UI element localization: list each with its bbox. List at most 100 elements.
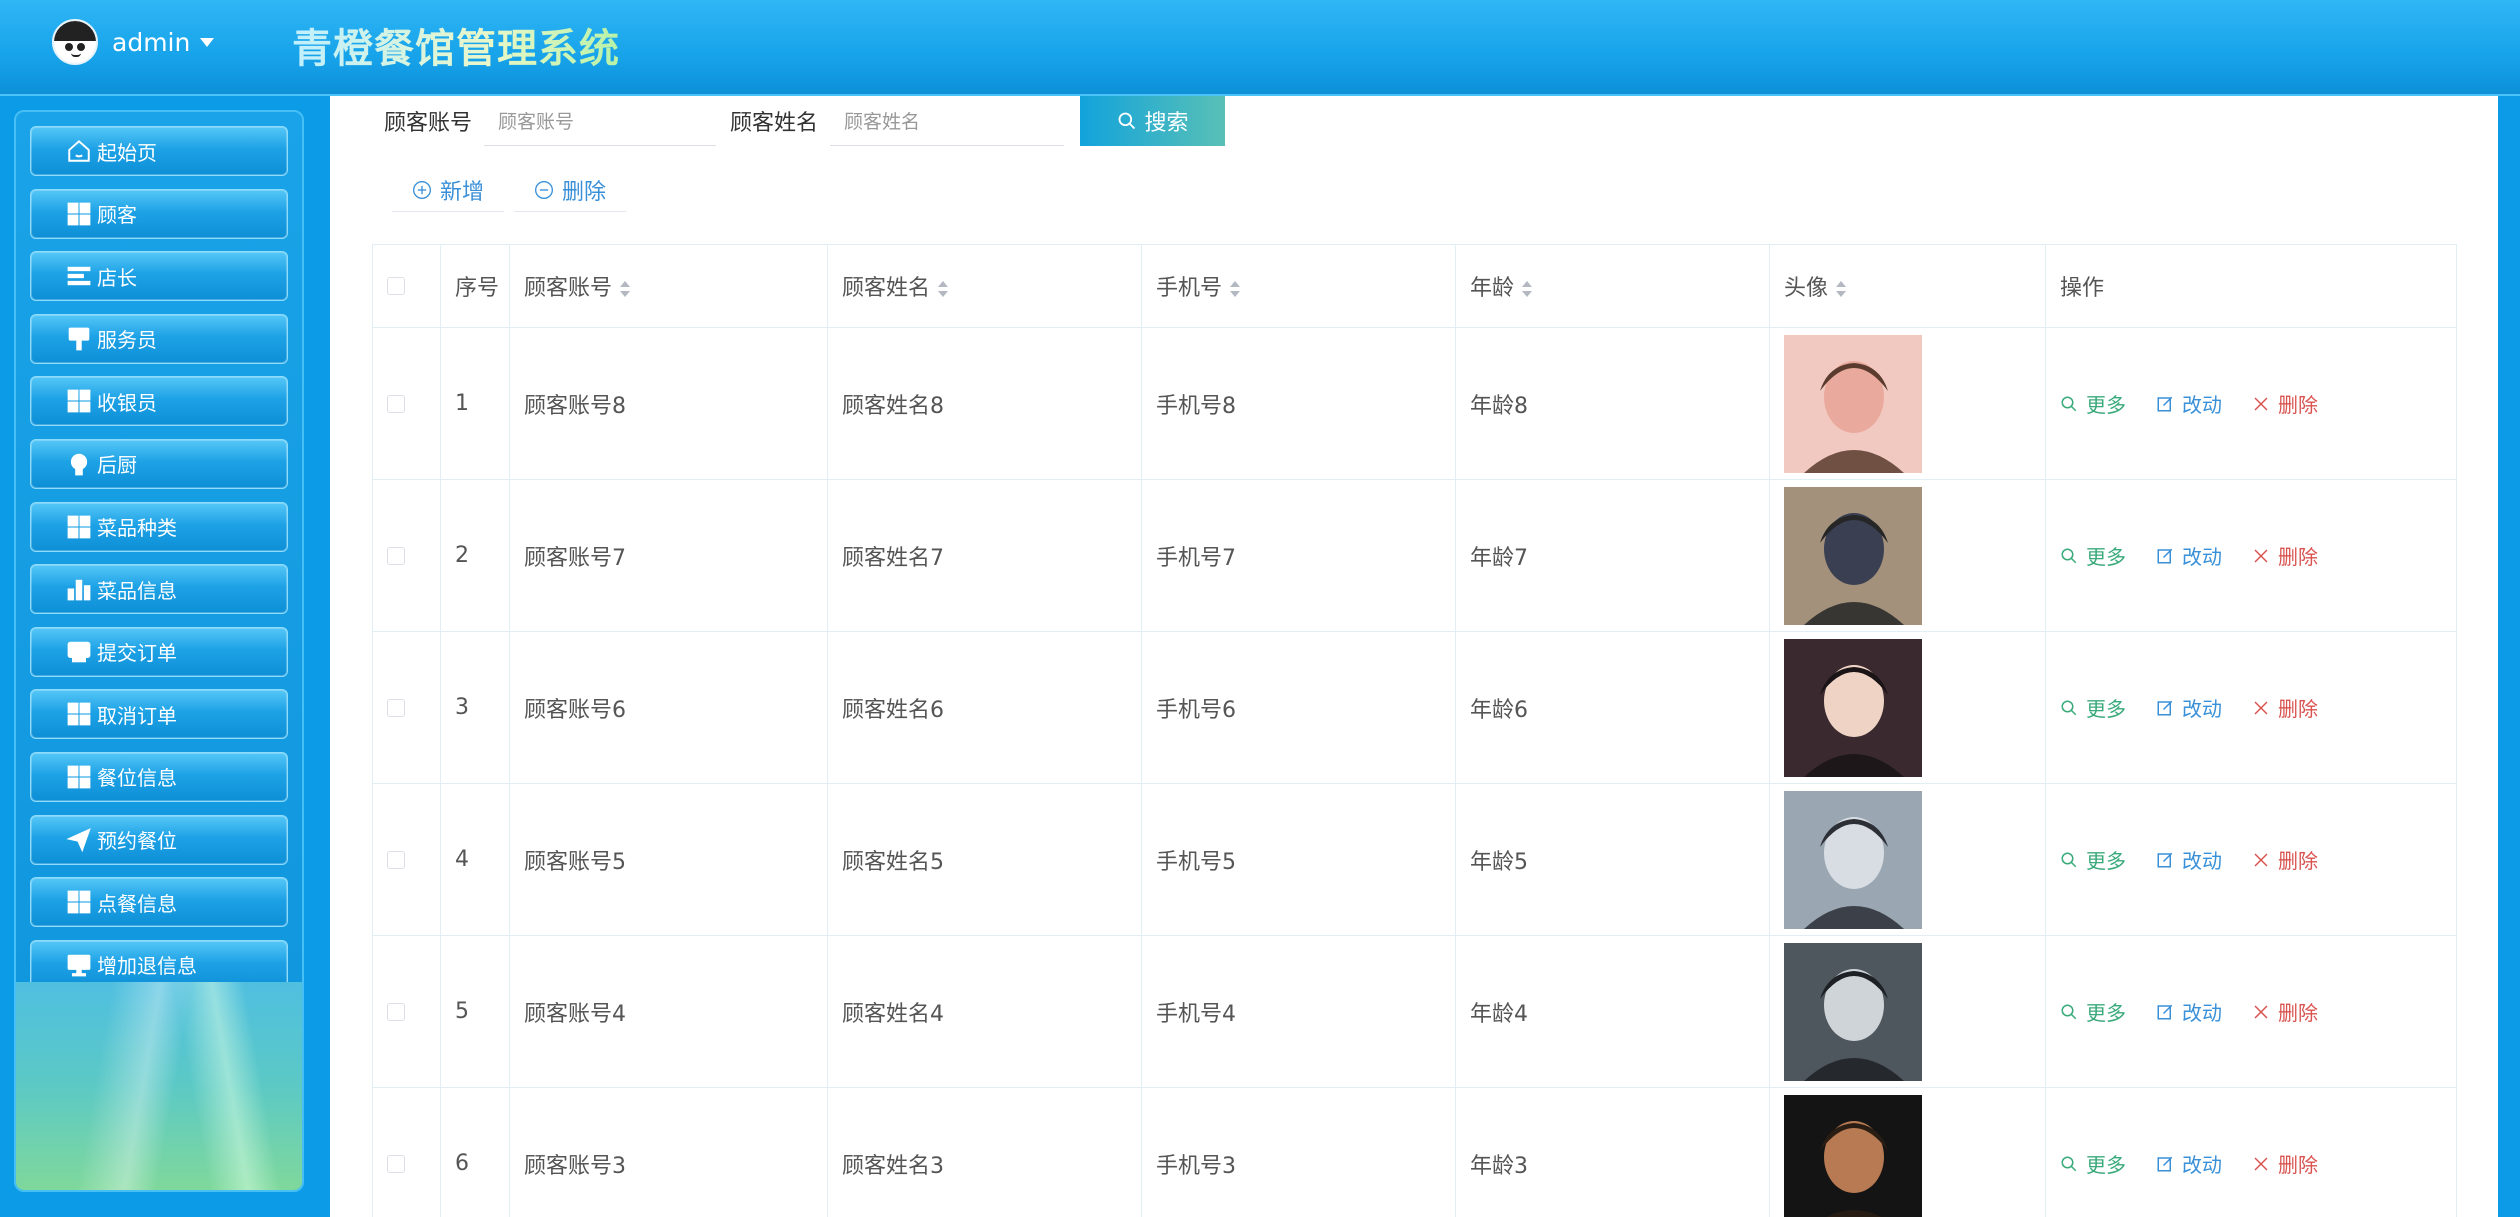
avatar-photo[interactable]: [1784, 1094, 1922, 1217]
cell-account: 顾客账号8: [509, 327, 828, 480]
sidebar-item-manager[interactable]: 店长: [30, 251, 288, 302]
add-button[interactable]: 新增: [392, 168, 505, 212]
more-label: 更多: [2086, 393, 2126, 417]
sidebar-item-dish-info[interactable]: 菜品信息: [30, 564, 288, 615]
select-all-checkbox[interactable]: [387, 277, 405, 295]
close-icon: [2254, 548, 2268, 563]
monitor-icon: [65, 951, 93, 979]
row-checkbox[interactable]: [387, 850, 405, 869]
more-label: 更多: [2086, 1001, 2126, 1025]
search-button[interactable]: 搜索: [1080, 96, 1226, 146]
edit-label: 改动: [2182, 545, 2222, 569]
sidebar-item-submit-order[interactable]: 提交订单: [30, 626, 288, 677]
sidebar-item-order-info[interactable]: 点餐信息: [30, 877, 288, 928]
name-search-input[interactable]: 顾客姓名: [830, 96, 1065, 146]
delete-button[interactable]: 删除: [2252, 693, 2318, 722]
username[interactable]: admin: [112, 28, 190, 57]
delete-button[interactable]: 删除: [2252, 541, 2318, 570]
edit-button[interactable]: 改动: [2156, 693, 2222, 722]
cell-avatar: [1769, 783, 2046, 936]
column-header-label: 顾客账号: [524, 276, 613, 301]
row-checkbox[interactable]: [387, 698, 405, 717]
sidebar-item-reserve-table[interactable]: 预约餐位: [30, 814, 288, 865]
avatar-photo[interactable]: [1784, 486, 1922, 625]
cell-name: 顾客姓名6: [827, 631, 1142, 784]
more-button[interactable]: 更多: [2060, 997, 2126, 1026]
caret-down-icon[interactable]: [200, 37, 215, 47]
table-row: 6 顾客账号3 顾客姓名3 手机号3 年龄3 更多 改动 删除: [372, 1087, 2457, 1217]
row-checkbox[interactable]: [387, 546, 405, 565]
avatar-photo[interactable]: [1784, 942, 1922, 1081]
delete-button[interactable]: 删除: [2252, 389, 2318, 418]
customer-table: 序号 顾客账号 顾客姓名 手机号 年龄 头像 操作 1 顾客账号8 顾客姓名8 手机号…: [372, 244, 2457, 1217]
row-select-cell[interactable]: [372, 1087, 441, 1217]
sidebar-item-home[interactable]: 起始页: [30, 126, 288, 176]
more-button[interactable]: 更多: [2060, 389, 2126, 418]
column-header-age[interactable]: 年龄: [1455, 244, 1770, 328]
more-button[interactable]: 更多: [2060, 541, 2126, 570]
scrollbar-track[interactable]: [2498, 96, 2520, 1217]
sidebar-item-customers[interactable]: 顾客: [30, 188, 288, 239]
column-header-account[interactable]: 顾客账号: [509, 244, 828, 328]
minus-circle-icon: [535, 180, 554, 199]
sidebar-item-table-info[interactable]: 餐位信息: [30, 751, 288, 802]
sidebar-item-waiter[interactable]: 服务员: [30, 313, 288, 364]
sidebar-item-dish-category[interactable]: 菜品种类: [30, 501, 288, 552]
select-all-cell[interactable]: [372, 244, 441, 328]
row-select-cell[interactable]: [372, 327, 441, 480]
search-icon: [1118, 112, 1135, 130]
delete-button[interactable]: 删除: [2252, 845, 2318, 874]
column-header-name[interactable]: 顾客姓名: [827, 244, 1142, 328]
edit-button[interactable]: 改动: [2156, 1149, 2222, 1178]
sort-icon[interactable]: [1836, 279, 1847, 299]
table-row: 4 顾客账号5 顾客姓名5 手机号5 年龄5 更多 改动 删除: [372, 783, 2457, 936]
row-select-cell[interactable]: [372, 479, 441, 632]
edit-button[interactable]: 改动: [2156, 389, 2222, 418]
edit-button[interactable]: 改动: [2156, 541, 2222, 570]
sidebar-item-cashier[interactable]: 收银员: [30, 376, 288, 427]
cell-age: 年龄3: [1455, 1087, 1770, 1217]
sort-icon[interactable]: [1230, 279, 1241, 299]
edit-button[interactable]: 改动: [2156, 997, 2222, 1026]
more-button[interactable]: 更多: [2060, 693, 2126, 722]
sidebar-item-refund-info[interactable]: 增加退信息: [30, 939, 288, 986]
sidebar-item-label: 菜品种类: [97, 516, 177, 541]
avatar-photo[interactable]: [1784, 790, 1922, 929]
account-search-input[interactable]: 顾客账号: [484, 96, 717, 146]
user-menu[interactable]: admin: [52, 18, 215, 66]
sort-icon[interactable]: [620, 279, 631, 299]
avatar-photo[interactable]: [1784, 638, 1922, 777]
column-header-avatar[interactable]: 头像: [1769, 244, 2046, 328]
row-checkbox[interactable]: [387, 394, 405, 413]
cell-name: 顾客姓名8: [827, 327, 1142, 480]
row-checkbox[interactable]: [387, 1154, 405, 1173]
more-label: 更多: [2086, 697, 2126, 721]
sidebar-item-label: 预约餐位: [97, 829, 177, 854]
delete-button[interactable]: 删除: [2252, 997, 2318, 1026]
column-header-label: 手机号: [1156, 276, 1223, 301]
delete-button[interactable]: 删除: [2252, 1149, 2318, 1178]
cell-account: 顾客账号4: [509, 935, 828, 1088]
row-select-cell[interactable]: [372, 783, 441, 936]
column-header-phone[interactable]: 手机号: [1141, 244, 1456, 328]
search-icon: [2061, 548, 2077, 563]
sort-icon[interactable]: [938, 279, 949, 299]
sidebar-item-kitchen[interactable]: 后厨: [30, 438, 288, 489]
sort-icon[interactable]: [1522, 279, 1533, 299]
edit-button[interactable]: 改动: [2156, 845, 2222, 874]
sidebar-item-cancel-order[interactable]: 取消订单: [30, 689, 288, 740]
more-button[interactable]: 更多: [2060, 845, 2126, 874]
batch-delete-button[interactable]: 删除: [514, 168, 627, 212]
cell-phone: 手机号8: [1141, 327, 1456, 480]
more-button[interactable]: 更多: [2060, 1149, 2126, 1178]
action-bar: 新增 删除: [392, 168, 636, 212]
sidebar-item-label: 收银员: [97, 390, 157, 415]
edit-icon: [2157, 700, 2173, 715]
avatar-photo[interactable]: [1784, 334, 1922, 473]
cell-avatar: [1769, 327, 2046, 480]
main-content: 顾客账号 顾客账号 顾客姓名 顾客姓名 搜索 新增 删除 序号 顾客账号 顾客姓…: [330, 96, 2498, 1217]
row-checkbox[interactable]: [387, 1002, 405, 1021]
avatar[interactable]: [52, 19, 98, 65]
row-select-cell[interactable]: [372, 631, 441, 784]
row-select-cell[interactable]: [372, 935, 441, 1088]
